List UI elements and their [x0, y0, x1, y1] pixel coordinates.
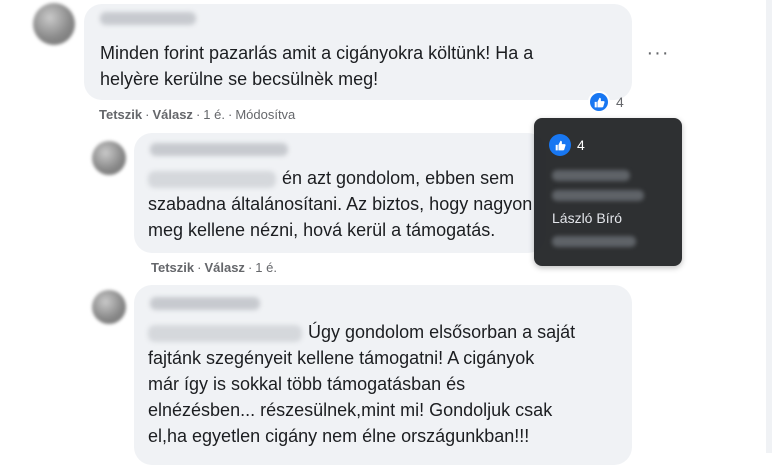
more-options-icon[interactable]: ··· [645, 40, 671, 66]
blurred-reactor-name [552, 236, 636, 247]
like-link[interactable]: Tetszik [99, 107, 142, 122]
comment-bubble: Úgy gondolom elsősorban a saját fajtánk … [134, 285, 632, 465]
comment-bubble: Minden forint pazarlás amit a cigányokra… [84, 4, 632, 100]
like-link[interactable]: Tetszik [151, 260, 194, 275]
comment-text-line: Úgy gondolom elsősorban a saját [308, 322, 576, 342]
reply-link[interactable]: Válasz [204, 260, 244, 275]
reply-link[interactable]: Válasz [152, 107, 192, 122]
comment-bubble: én azt gondolom, ebben sem szabadna álta… [134, 133, 546, 253]
avatar[interactable] [92, 290, 126, 324]
comment-text-line: már így is sokkal több támogatásban és [148, 374, 466, 394]
blurred-mention[interactable] [148, 324, 302, 342]
tooltip-count: 4 [577, 137, 585, 153]
blurred-reactor-name [552, 170, 630, 181]
blurred-mention[interactable] [148, 170, 276, 188]
comment-text-line: meg kellene nézni, hová kerül a támogatá… [148, 220, 496, 240]
timestamp[interactable]: 1 é. [203, 107, 225, 122]
reaction-summary[interactable]: 4 [588, 90, 624, 114]
thumbs-up-icon [549, 134, 571, 156]
comment-text-line: helyère kerülne se becsülnèk meg! [100, 69, 379, 89]
comment-text-line: el,ha egyetlen cigány nem élne országunk… [148, 426, 530, 446]
comment-text-line: én azt gondolom, ebben sem [282, 168, 515, 188]
comment-actions: Tetszik · Válasz · 1 é. · Módosítva [99, 107, 296, 122]
scrollbar[interactable] [766, 0, 772, 453]
blurred-author-name[interactable] [150, 297, 260, 310]
blurred-reactor-name [552, 190, 644, 201]
avatar[interactable] [92, 141, 126, 175]
reaction-count: 4 [616, 94, 624, 110]
timestamp[interactable]: 1 é. [255, 260, 277, 275]
blurred-author-name[interactable] [150, 143, 288, 156]
reaction-tooltip: 4 László Bíró [534, 118, 682, 266]
comment-text-line: szabadna általánosítani. Az biztos, hogy… [148, 194, 533, 214]
thumbs-up-icon [588, 91, 610, 113]
comment-text-line: elnézésben... részesülnek,mint mi! Gondo… [148, 400, 553, 420]
comment-text-line: Minden forint pazarlás amit a cigányokra… [100, 43, 534, 63]
comment-text-line: fajtánk szegényeit kellene támogatni! A … [148, 348, 535, 368]
edited-label[interactable]: Módosítva [235, 107, 295, 122]
avatar[interactable] [33, 3, 75, 45]
comment-actions: Tetszik · Válasz · 1 é. [151, 260, 277, 275]
reactor-name: László Bíró [552, 210, 623, 226]
blurred-author-name[interactable] [100, 12, 196, 25]
